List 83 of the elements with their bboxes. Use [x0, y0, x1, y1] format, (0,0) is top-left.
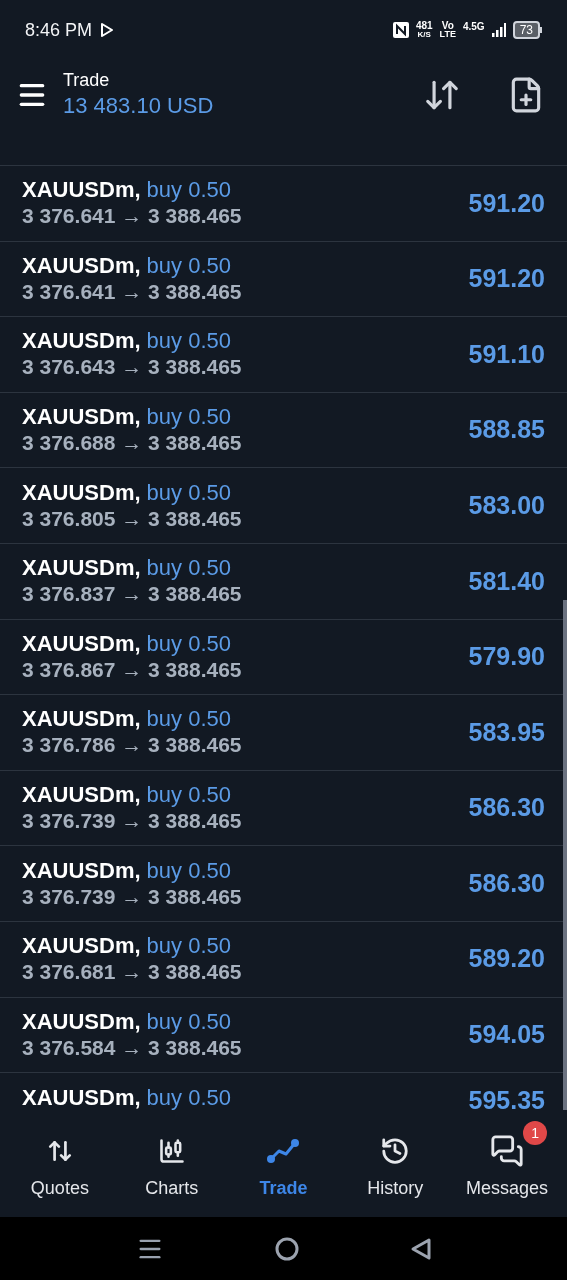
- trade-side: buy 0.50: [146, 1008, 231, 1035]
- profit-value: 586.30: [468, 792, 545, 824]
- price-route: 3 376.641 → 3 388.465: [22, 278, 242, 305]
- home-icon[interactable]: [274, 1236, 299, 1261]
- position-row[interactable]: XAUUSDm, buy 0.50 595.35: [0, 1073, 567, 1118]
- profit-value: 581.40: [468, 565, 545, 597]
- symbol-name: XAUUSDm,: [22, 177, 141, 204]
- notification-badge: 1: [523, 1121, 548, 1145]
- trade-side: buy 0.50: [146, 1085, 231, 1112]
- trade-side: buy 0.50: [146, 782, 231, 809]
- tab-item[interactable]: Trade: [231, 1119, 336, 1202]
- profit-value: 594.05: [468, 1019, 545, 1051]
- symbol-name: XAUUSDm,: [22, 857, 141, 884]
- price-route: 3 376.805 → 3 388.465: [22, 505, 242, 532]
- profit-value: 588.85: [468, 414, 545, 446]
- profit-value: 583.00: [468, 489, 545, 521]
- status-time: 8:46 PM: [25, 18, 93, 42]
- symbol-name: XAUUSDm,: [22, 782, 141, 809]
- nfc-icon: [392, 22, 409, 38]
- price-route: 3 376.837 → 3 388.465: [22, 581, 242, 608]
- play-icon: [100, 22, 115, 38]
- trade-side: buy 0.50: [146, 933, 231, 960]
- page-title: Trade: [63, 69, 111, 91]
- price-route: 3 376.739 → 3 388.465: [22, 883, 242, 910]
- tab-item[interactable]: Messages 1: [455, 1119, 560, 1202]
- arrows-icon: [46, 1138, 73, 1164]
- volte-label: Vo: [441, 21, 454, 30]
- trade-side: buy 0.50: [146, 857, 231, 884]
- trend-line-icon: [266, 1138, 301, 1164]
- price-route: 3 376.681 → 3 388.465: [22, 959, 242, 986]
- price-route: 3 376.786 → 3 388.465: [22, 732, 242, 759]
- profit-value: 591.20: [468, 263, 545, 295]
- profit-value: 591.20: [468, 187, 545, 219]
- price-route: 3 376.739 → 3 388.465: [22, 808, 242, 835]
- candlestick-icon: [157, 1137, 186, 1165]
- scrollbar-thumb[interactable]: [563, 600, 567, 1110]
- trade-side: buy 0.50: [146, 479, 231, 506]
- trade-side: buy 0.50: [146, 706, 231, 733]
- lte-label: LTE: [439, 30, 456, 39]
- chat-bubbles-icon: [490, 1134, 525, 1168]
- trade-side: buy 0.50: [146, 630, 231, 657]
- trade-side: buy 0.50: [146, 555, 231, 582]
- symbol-name: XAUUSDm,: [22, 555, 141, 582]
- profit-value: 595.35: [468, 1085, 545, 1116]
- signal-icon: [491, 23, 506, 37]
- account-balance: 13 483.10 USD: [63, 92, 214, 120]
- profit-value: 583.95: [468, 716, 545, 748]
- profit-value: 586.30: [468, 867, 545, 899]
- trade-side: buy 0.50: [146, 252, 231, 279]
- price-route: 3 376.688 → 3 388.465: [22, 430, 242, 457]
- symbol-name: XAUUSDm,: [22, 252, 141, 279]
- symbol-name: XAUUSDm,: [22, 630, 141, 657]
- profit-value: 589.20: [468, 943, 545, 975]
- symbol-name: XAUUSDm,: [22, 1008, 141, 1035]
- back-icon[interactable]: [409, 1236, 432, 1261]
- speed-unit: K/S: [417, 30, 431, 39]
- profit-value: 591.10: [468, 338, 545, 370]
- trade-side: buy 0.50: [146, 404, 231, 431]
- profit-value: 579.90: [468, 641, 545, 673]
- position-row[interactable]: XAUUSDm, buy 0.50 3 376.641 → 3 388.465 591.20: [0, 166, 567, 242]
- tab-item[interactable]: Quotes: [7, 1119, 112, 1202]
- price-route: 3 376.643 → 3 388.465: [22, 354, 242, 381]
- symbol-name: XAUUSDm,: [22, 404, 141, 431]
- symbol-name: XAUUSDm,: [22, 933, 141, 960]
- price-route: 3 376.867 → 3 388.465: [22, 656, 242, 683]
- battery-level: 73: [512, 21, 540, 39]
- symbol-name: XAUUSDm,: [22, 328, 141, 355]
- position-row[interactable]: XAUUSDm, buy 0.50 3 376.641 → 3 388.465 591.20: [0, 241, 567, 318]
- symbol-name: XAUUSDm,: [22, 1085, 141, 1112]
- tab-item[interactable]: History: [343, 1119, 448, 1202]
- position-row[interactable]: XAUUSDm, buy 0.50 3 376.643 → 3 388.465 591.10: [0, 317, 567, 393]
- trade-side: buy 0.50: [146, 328, 231, 355]
- symbol-name: XAUUSDm,: [22, 479, 141, 506]
- position-row[interactable]: XAUUSDm, buy 0.50 3 376.805 → 3 388.465 583.00: [0, 468, 567, 544]
- symbol-name: XAUUSDm,: [22, 706, 141, 733]
- network-speed: 481: [415, 21, 433, 30]
- tab-item[interactable]: Charts: [119, 1119, 224, 1202]
- trade-side: buy 0.50: [146, 177, 231, 204]
- position-row[interactable]: XAUUSDm, buy 0.50 3 376.688 → 3 388.465 588.85: [0, 392, 567, 469]
- history-icon: [380, 1136, 411, 1166]
- price-route: 3 376.584 → 3 388.465: [22, 1034, 242, 1061]
- price-route: 3 376.641 → 3 388.465: [22, 203, 242, 230]
- network-type: 4.5G: [462, 19, 485, 34]
